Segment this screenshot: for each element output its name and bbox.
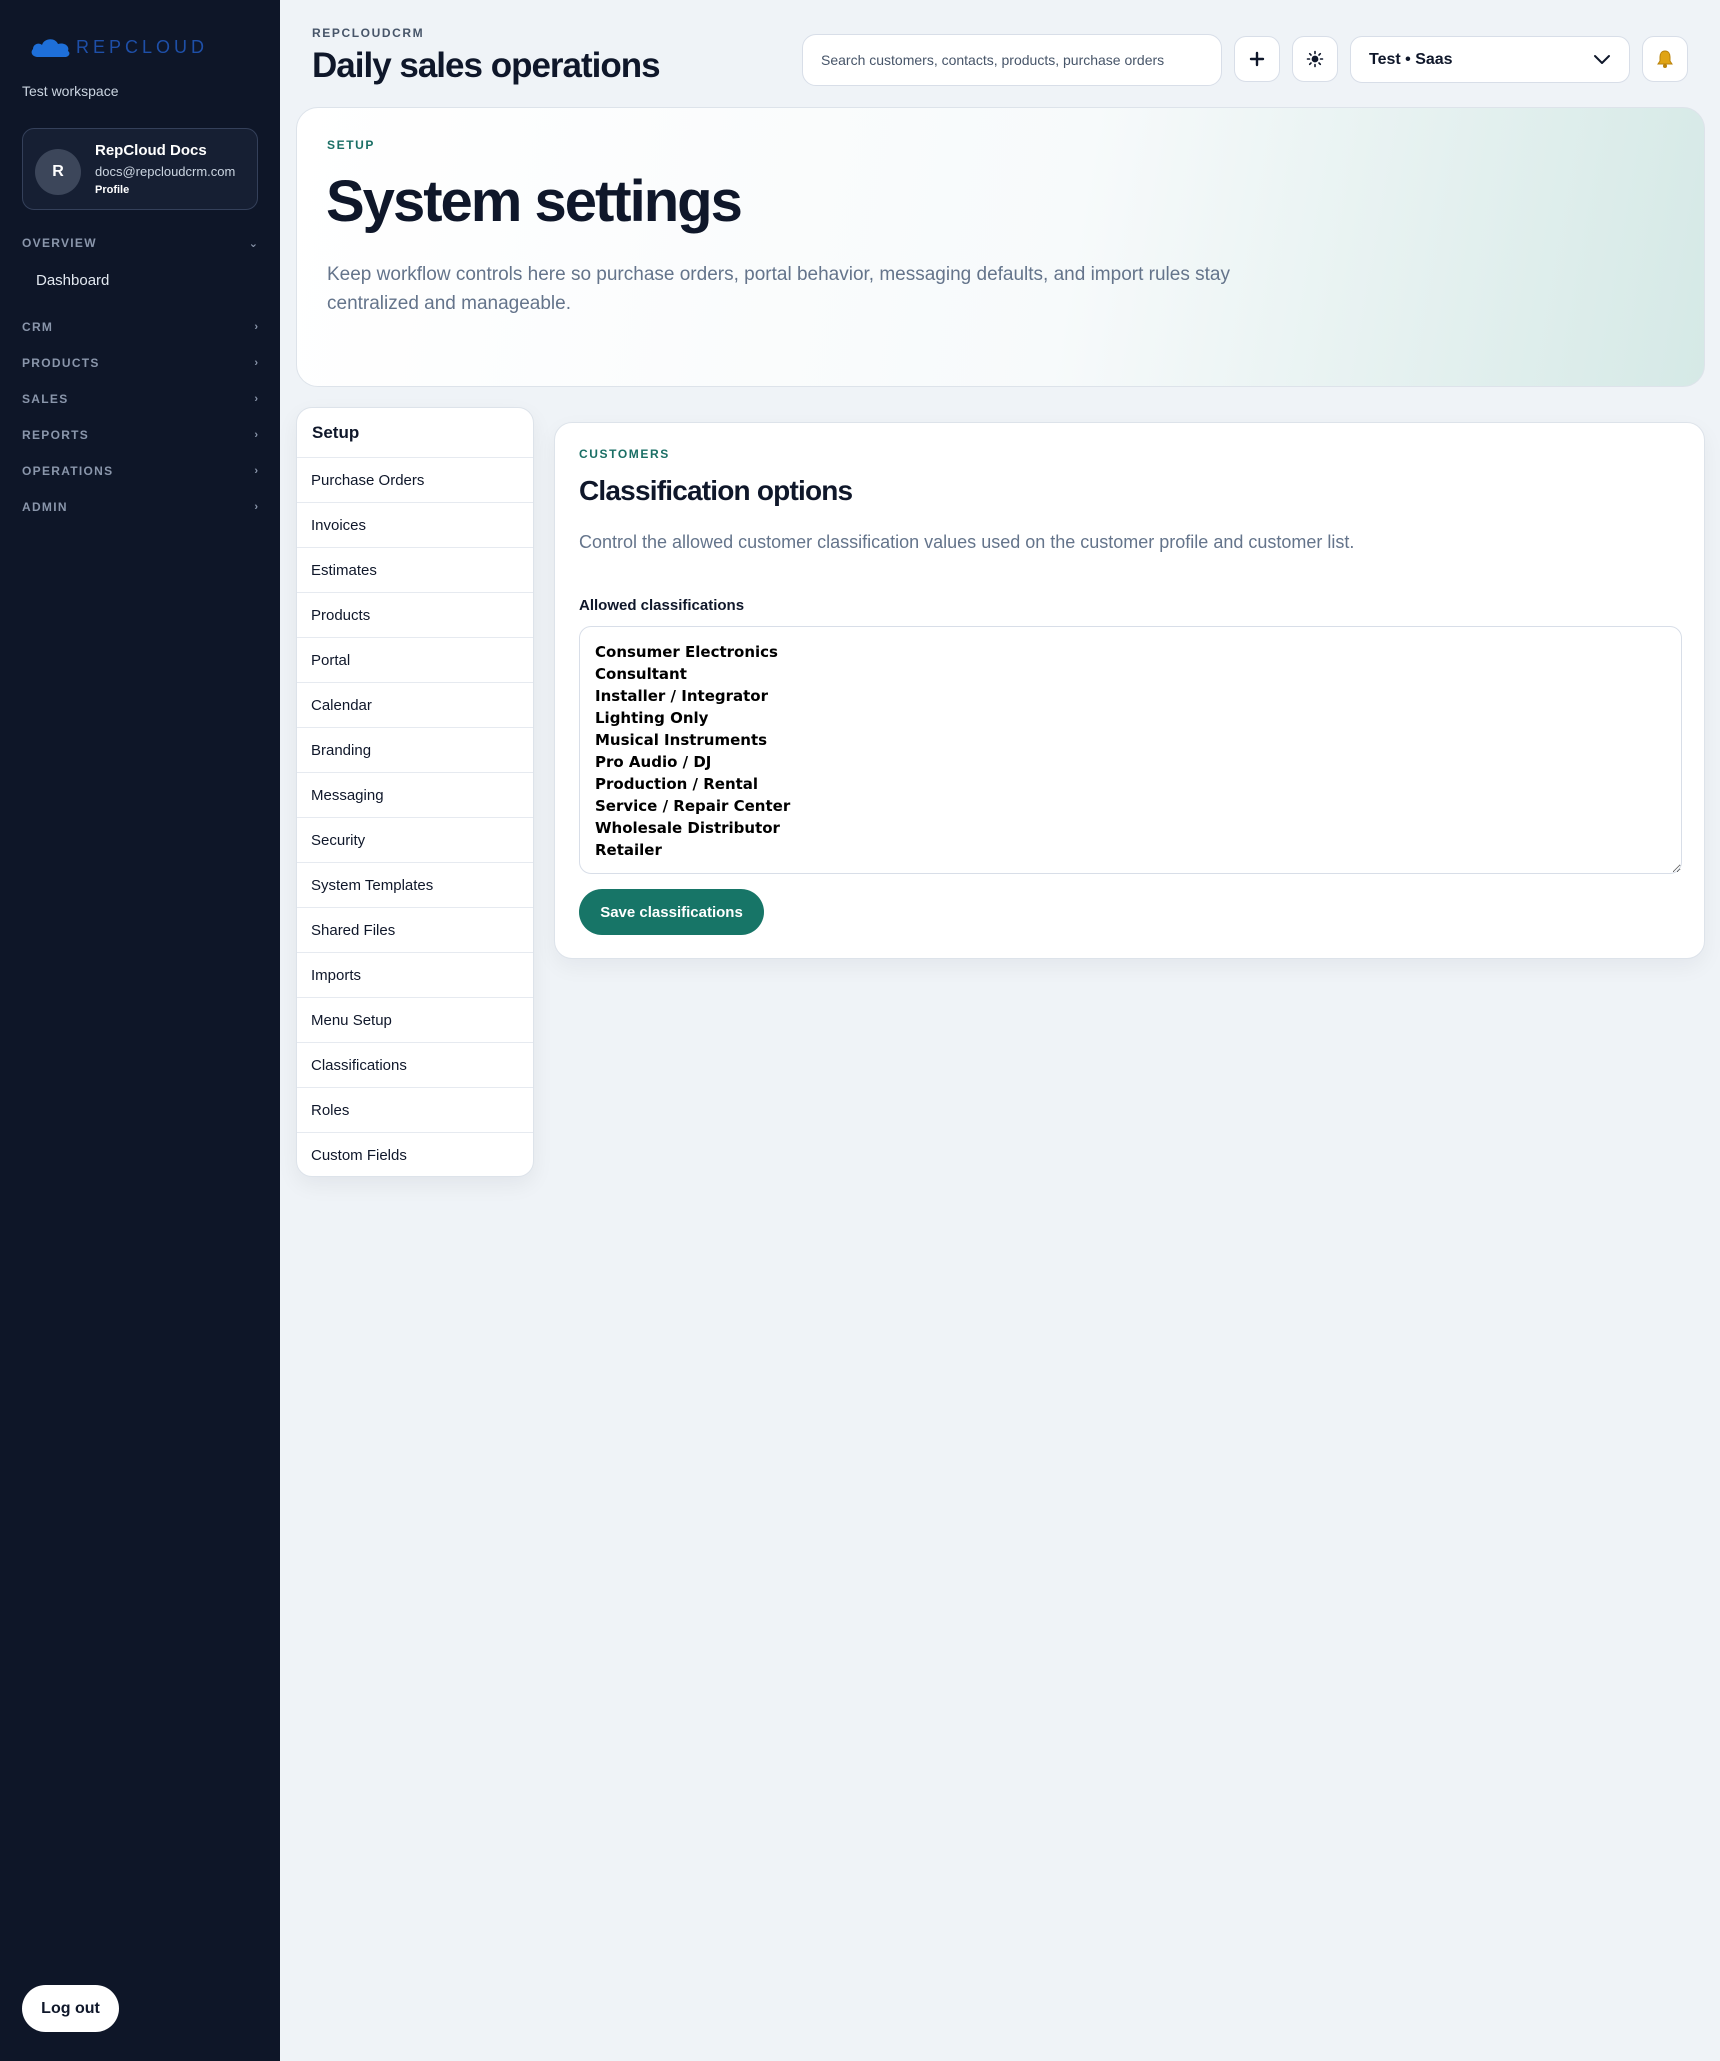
hero-eyebrow: SETUP [327,138,376,152]
setup-nav-item-invoices[interactable]: Invoices [297,503,533,548]
setup-nav-item-shared-files[interactable]: Shared Files [297,908,533,953]
chevron-down-icon [1594,54,1610,64]
tenant-select[interactable]: Test • Saas [1350,36,1630,83]
setup-nav-item-purchase-orders[interactable]: Purchase Orders [297,458,533,503]
setup-nav-item-custom-fields[interactable]: Custom Fields [297,1133,533,1176]
nav-group-crm[interactable]: CRM › [22,317,258,337]
nav-group-label: SALES [22,392,69,406]
nav-group-label: PRODUCTS [22,356,100,370]
setup-nav-item-messaging[interactable]: Messaging [297,773,533,818]
nav-group-operations[interactable]: OPERATIONS › [22,461,258,481]
nav-item-dashboard[interactable]: Dashboard [36,272,109,289]
chevron-right-icon: › [254,393,258,405]
setup-nav-item-calendar[interactable]: Calendar [297,683,533,728]
plus-icon [1249,51,1265,67]
setup-nav-item-branding[interactable]: Branding [297,728,533,773]
nav-group-overview[interactable]: OVERVIEW ⌄ [22,233,258,253]
setup-nav-title: Setup [297,408,533,458]
profile-card[interactable]: R RepCloud Docs docs@repcloudcrm.com Pro… [22,128,258,210]
setup-nav-item-classifications[interactable]: Classifications [297,1043,533,1088]
nav-group-label: OVERVIEW [22,236,97,250]
bell-icon [1657,50,1673,68]
tenant-value: Test • Saas [1369,50,1453,68]
nav-group-label: REPORTS [22,428,90,442]
chevron-right-icon: › [254,357,258,369]
cloud-icon [31,39,70,57]
nav-group-label: CRM [22,320,54,334]
setup-nav-item-system-templates[interactable]: System Templates [297,863,533,908]
avatar: R [35,149,81,195]
chevron-down-icon: ⌄ [248,237,258,250]
card-eyebrow: CUSTOMERS [579,447,670,461]
page-title: Daily sales operations [312,46,661,85]
hero-title: System settings [326,169,743,234]
chevron-right-icon: › [254,429,258,441]
nav-group-label: ADMIN [22,500,68,514]
classification-card: CUSTOMERS Classification options Control… [554,422,1705,959]
notifications-button[interactable] [1642,36,1688,82]
setup-nav-item-portal[interactable]: Portal [297,638,533,683]
hero-description: Keep workflow controls here so purchase … [327,264,1230,314]
classifications-label: Allowed classifications [579,597,745,614]
add-button[interactable] [1234,36,1280,82]
setup-nav-item-security[interactable]: Security [297,818,533,863]
setup-nav-item-imports[interactable]: Imports [297,953,533,998]
hero-panel: SETUP System settings Keep workflow cont… [296,107,1705,387]
chevron-right-icon: › [254,465,258,477]
brand-name: REPCLOUD [76,36,209,57]
sidebar: REPCLOUD Test workspace R RepCloud Docs … [0,0,280,2061]
save-classifications-button[interactable]: Save classifications [579,889,764,935]
setup-nav-item-products[interactable]: Products [297,593,533,638]
setup-nav-item-menu-setup[interactable]: Menu Setup [297,998,533,1043]
classifications-textarea[interactable] [579,626,1682,874]
workspace-name: Test workspace [22,83,119,99]
setup-nav-item-roles[interactable]: Roles [297,1088,533,1133]
profile-name: RepCloud Docs [95,142,207,159]
setup-nav: Setup Purchase Orders Invoices Estimates… [296,407,534,1177]
card-description: Control the allowed customer classificat… [579,532,1355,552]
nav-group-sales[interactable]: SALES › [22,389,258,409]
profile-link[interactable]: Profile [95,184,129,196]
brand-logo[interactable]: REPCLOUD [30,36,208,58]
chevron-right-icon: › [254,321,258,333]
nav-group-products[interactable]: PRODUCTS › [22,353,258,373]
card-title: Classification options [579,475,853,506]
setup-nav-item-estimates[interactable]: Estimates [297,548,533,593]
chevron-right-icon: › [254,501,258,513]
theme-toggle-button[interactable] [1292,36,1338,82]
nav-group-reports[interactable]: REPORTS › [22,425,258,445]
logout-button[interactable]: Log out [22,1985,119,2032]
profile-email: docs@repcloudcrm.com [95,164,236,179]
sun-icon [1306,50,1324,68]
nav-group-label: OPERATIONS [22,464,114,478]
app-eyebrow: REPCLOUDCRM [312,26,425,40]
search-input[interactable] [802,34,1222,86]
nav-group-admin[interactable]: ADMIN › [22,497,258,517]
